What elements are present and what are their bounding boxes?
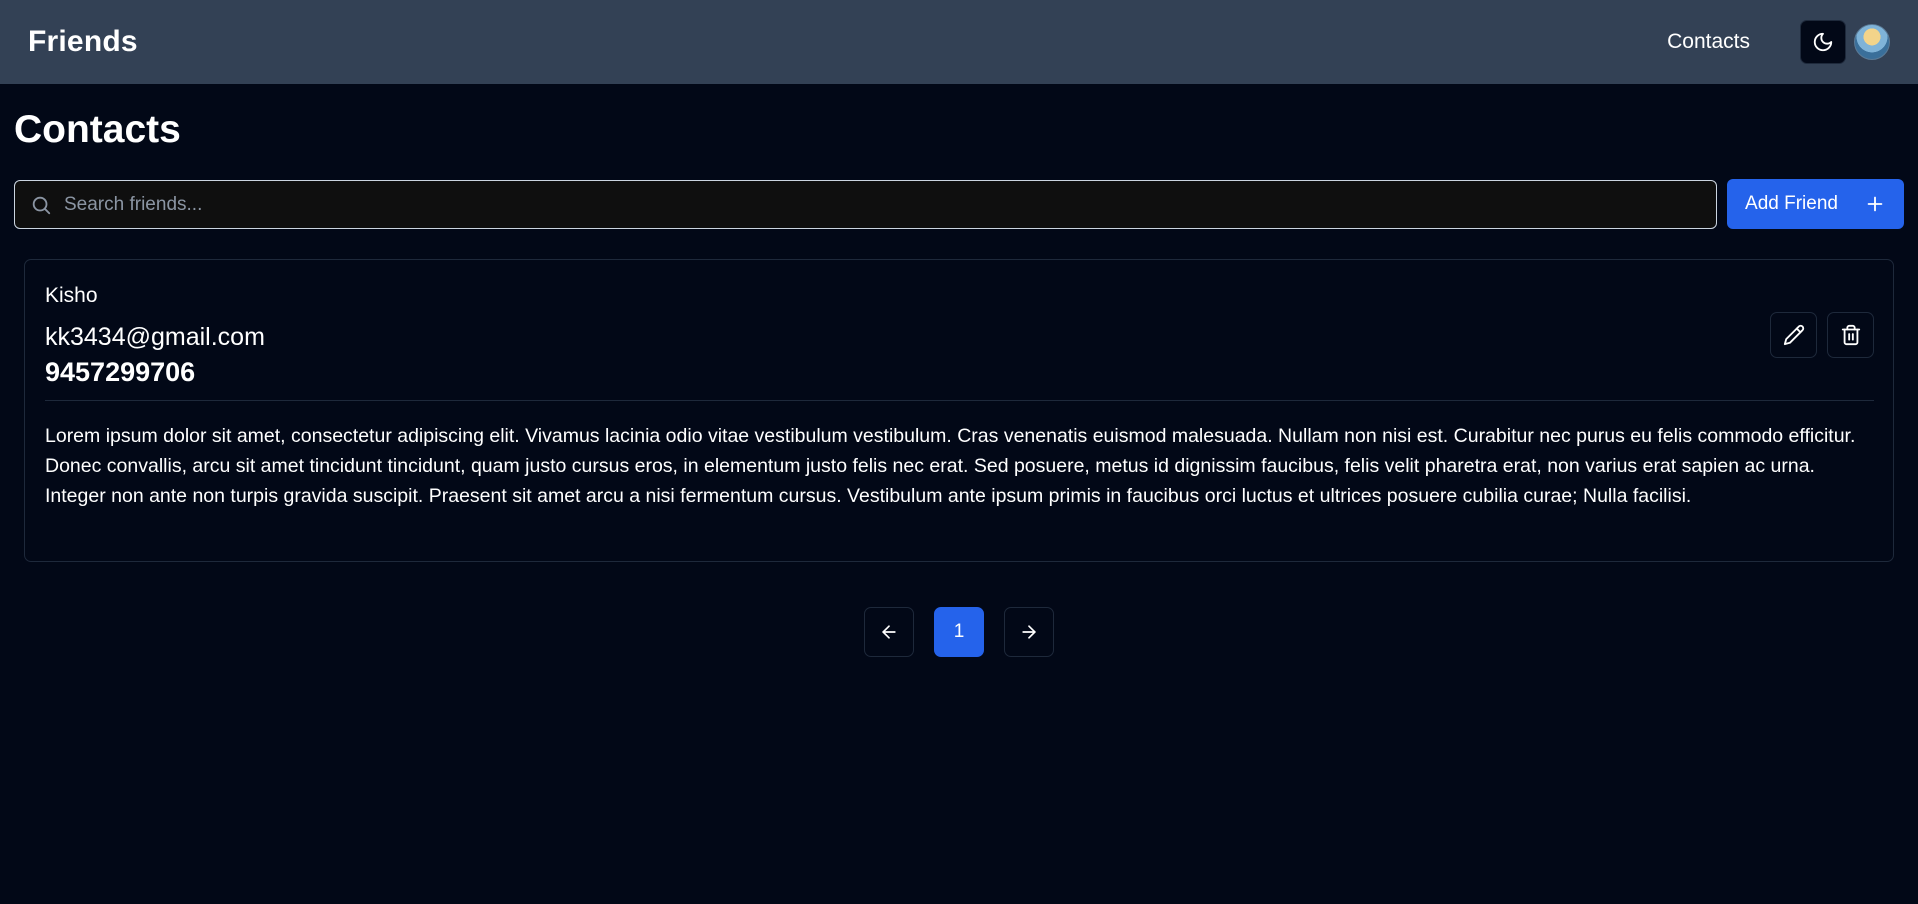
page-1-button[interactable]: 1: [934, 607, 984, 657]
arrow-left-icon: [879, 622, 899, 642]
brand-title[interactable]: Friends: [28, 25, 138, 59]
contact-card: Kisho kk3434@gmail.com 9457299706 Lorem …: [24, 259, 1894, 562]
search-bar: [14, 180, 1717, 229]
theme-toggle-button[interactable]: [1800, 20, 1846, 64]
contact-description: Lorem ipsum dolor sit amet, consectetur …: [45, 425, 1856, 507]
user-avatar[interactable]: [1854, 24, 1890, 60]
contact-name: Kisho: [45, 284, 98, 307]
trash-icon: [1840, 324, 1862, 346]
search-input[interactable]: [64, 181, 1716, 228]
search-icon: [30, 194, 52, 216]
next-page-button[interactable]: [1004, 607, 1054, 657]
plus-icon: [1864, 193, 1886, 215]
delete-contact-button[interactable]: [1827, 312, 1874, 358]
moon-icon: [1812, 31, 1834, 53]
card-divider: [45, 400, 1874, 401]
add-friend-label: Add Friend: [1745, 193, 1838, 214]
contact-email: kk3434@gmail.com: [45, 323, 265, 351]
pencil-icon: [1783, 324, 1805, 346]
navbar-actions: Contacts: [1667, 20, 1890, 64]
edit-contact-button[interactable]: [1770, 312, 1817, 358]
page-title: Contacts: [14, 108, 181, 151]
arrow-right-icon: [1019, 622, 1039, 642]
contact-phone: 9457299706: [45, 357, 196, 387]
pagination: 1: [0, 607, 1918, 657]
nav-link-contacts[interactable]: Contacts: [1667, 30, 1750, 54]
previous-page-button[interactable]: [864, 607, 914, 657]
top-navbar: Friends Contacts: [0, 0, 1918, 84]
add-friend-button[interactable]: Add Friend: [1727, 179, 1904, 229]
